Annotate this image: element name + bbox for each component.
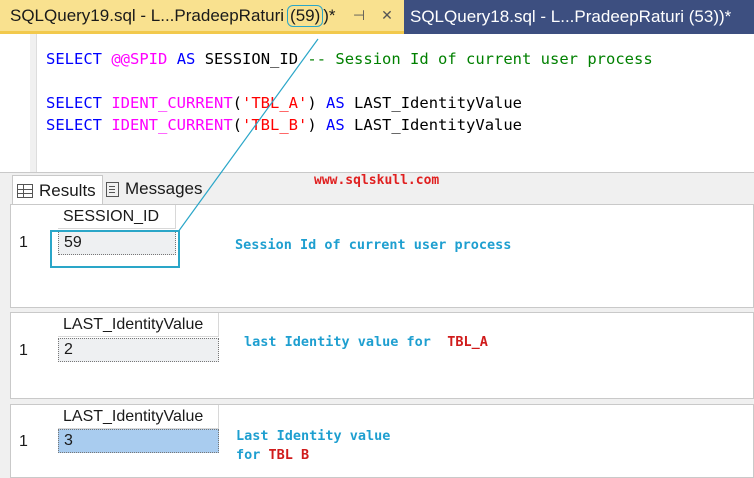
grid-icon [17, 184, 33, 198]
row-number[interactable]: 1 [19, 433, 28, 451]
result-grid-1: SESSION_ID 1 59 Session Id of current us… [10, 204, 754, 308]
result-grid-3: LAST_IdentityValue 1 3 Last Identity val… [10, 404, 754, 478]
watermark-text: www.sqlskull.com [314, 173, 440, 188]
editor-scrollbar[interactable] [748, 34, 754, 172]
result-grid-2: LAST_IdentityValue 1 2 last Identity val… [10, 312, 754, 399]
tab-title-suffix: )* [323, 5, 336, 25]
tab-results-label: Results [39, 181, 96, 200]
annotation-tbl-b-line2: for TBL B [236, 447, 310, 463]
tab-title: SQLQuery18.sql - L...PradeepRaturi (53))… [410, 7, 732, 26]
code-line-1[interactable]: SELECT @@SPID AS SESSION_ID -- Session I… [46, 50, 653, 68]
annotation-session-id: Session Id of current user process [235, 237, 512, 253]
messages-icon [106, 181, 119, 197]
spid-highlight: (59) [287, 4, 324, 27]
results-panel: Results Messages www.sqlskull.com SESSIO… [0, 172, 754, 478]
tab-messages[interactable]: Messages [104, 175, 202, 203]
tab-sqlquery18[interactable]: SQLQuery18.sql - L...PradeepRaturi (53))… [404, 0, 754, 34]
tab-messages-label: Messages [125, 179, 203, 198]
query-editor[interactable]: SELECT @@SPID AS SESSION_ID -- Session I… [0, 34, 754, 172]
result-cell[interactable]: 59 [58, 231, 176, 255]
tab-sqlquery19[interactable]: SQLQuery19.sql - L...PradeepRaturi (59) … [0, 0, 404, 34]
column-header[interactable]: LAST_IdentityValue [58, 313, 219, 337]
document-tab-strip: SQLQuery19.sql - L...PradeepRaturi (59) … [0, 0, 754, 34]
editor-gutter [0, 34, 37, 172]
tab-results[interactable]: Results [12, 175, 103, 206]
annotation-tbl-a: last Identity value for TBL_A [244, 334, 488, 350]
tab-title: SQLQuery19.sql - L...PradeepRaturi [10, 5, 285, 25]
column-header[interactable]: LAST_IdentityValue [58, 405, 219, 429]
column-header[interactable]: SESSION_ID [58, 205, 176, 229]
pin-icon[interactable]: ⊣ [350, 7, 368, 25]
code-line-2[interactable]: SELECT IDENT_CURRENT('TBL_A') AS LAST_Id… [46, 94, 522, 112]
row-number[interactable]: 1 [19, 342, 28, 360]
code-line-3[interactable]: SELECT IDENT_CURRENT('TBL_B') AS LAST_Id… [46, 116, 522, 134]
row-number[interactable]: 1 [19, 234, 28, 252]
result-cell[interactable]: 2 [58, 338, 219, 362]
annotation-tbl-b-line1: Last Identity value [236, 428, 391, 444]
close-icon[interactable]: ✕ [378, 7, 396, 25]
result-cell-selected[interactable]: 3 [58, 429, 219, 453]
